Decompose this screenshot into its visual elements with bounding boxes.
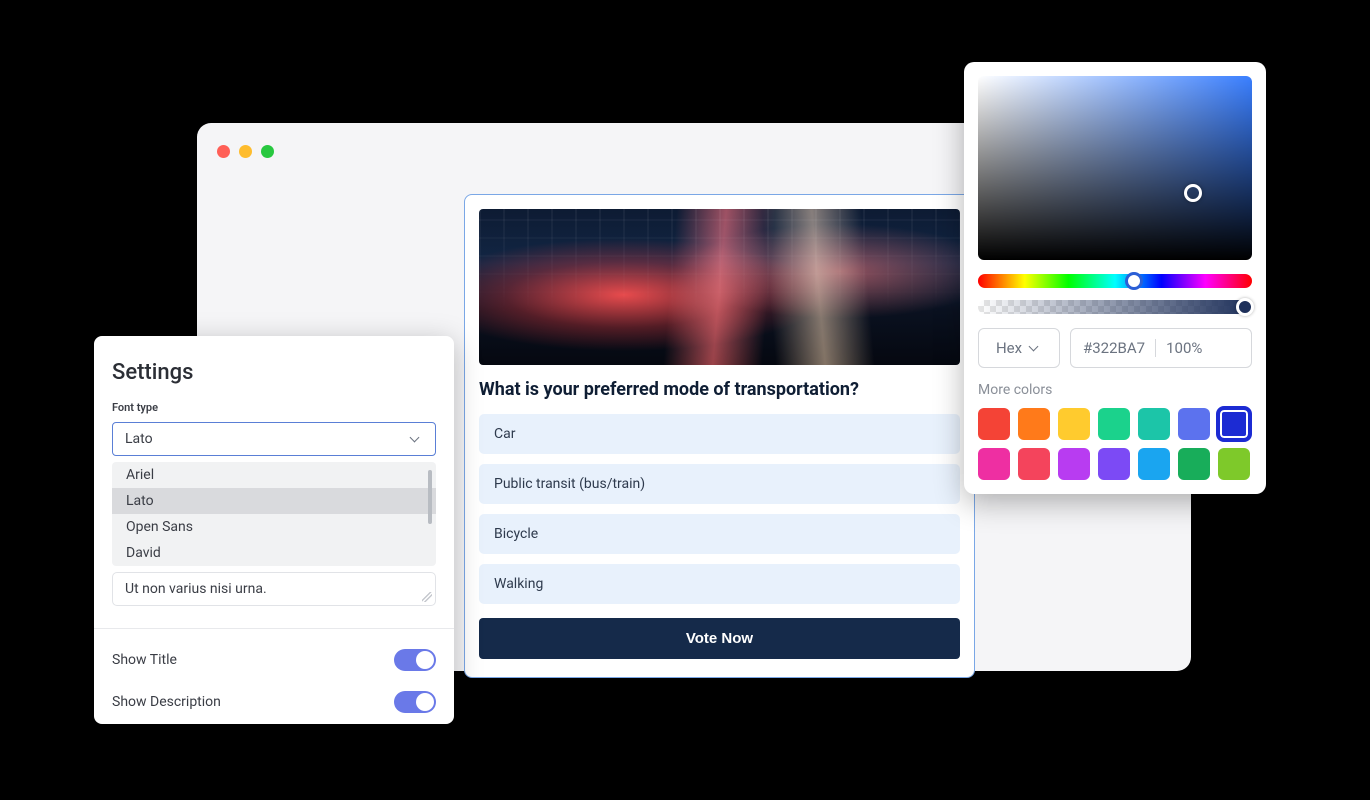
show-description-label: Show Description (112, 694, 221, 710)
font-type-dropdown: Ariel Lato Open Sans David (112, 462, 436, 566)
separator (1155, 339, 1156, 357)
color-swatch[interactable] (1178, 408, 1210, 440)
font-option[interactable]: Lato (112, 488, 436, 514)
color-swatch[interactable] (1138, 408, 1170, 440)
poll-option[interactable]: Car (479, 414, 960, 454)
show-description-toggle[interactable] (394, 691, 436, 713)
poll-hero-image (479, 209, 960, 365)
show-title-toggle[interactable] (394, 649, 436, 671)
color-swatch[interactable] (1098, 408, 1130, 440)
font-option[interactable]: Ariel (112, 462, 436, 488)
hue-slider-handle[interactable] (1125, 272, 1143, 290)
alpha-slider-handle[interactable] (1236, 298, 1254, 316)
color-swatch[interactable] (1058, 408, 1090, 440)
color-swatch[interactable] (1218, 448, 1250, 480)
color-swatch[interactable] (1138, 448, 1170, 480)
description-textarea[interactable]: Ut non varius nisi urna. (112, 572, 436, 606)
poll-options-list: Car Public transit (bus/train) Bicycle W… (479, 414, 960, 604)
color-swatch[interactable] (1018, 408, 1050, 440)
settings-panel: Settings Font type Lato Ariel Lato Open … (94, 336, 454, 724)
color-swatch[interactable] (1178, 448, 1210, 480)
poll-question: What is your preferred mode of transport… (479, 379, 960, 400)
saturation-value-area[interactable] (978, 76, 1252, 260)
poll-option[interactable]: Public transit (bus/train) (479, 464, 960, 504)
color-swatch[interactable] (1018, 448, 1050, 480)
color-picker-panel: Hex #322BA7 100% More colors (964, 62, 1266, 494)
settings-title: Settings (112, 360, 436, 385)
hue-slider[interactable] (978, 274, 1252, 288)
close-window-dot[interactable] (217, 145, 230, 158)
color-format-value: Hex (996, 339, 1022, 357)
color-format-select[interactable]: Hex (978, 328, 1060, 368)
more-colors-label: More colors (978, 382, 1252, 398)
sv-cursor[interactable] (1184, 184, 1202, 202)
window-traffic-lights (217, 145, 274, 158)
color-hex-value: #322BA7 (1083, 339, 1145, 357)
color-swatch[interactable] (1098, 448, 1130, 480)
poll-option[interactable]: Bicycle (479, 514, 960, 554)
vote-now-button[interactable]: Vote Now (479, 618, 960, 659)
alpha-slider[interactable] (978, 300, 1252, 314)
color-swatch[interactable] (1218, 408, 1250, 440)
swatch-grid (978, 408, 1252, 480)
minimize-window-dot[interactable] (239, 145, 252, 158)
font-type-label: Font type (112, 401, 436, 414)
color-alpha-value: 100% (1166, 339, 1202, 357)
color-swatch[interactable] (1058, 448, 1090, 480)
chevron-down-icon (1028, 341, 1042, 355)
font-type-select[interactable]: Lato (112, 422, 436, 456)
color-swatch[interactable] (978, 408, 1010, 440)
font-type-selected-value: Lato (125, 431, 153, 447)
font-option[interactable]: David (112, 540, 436, 566)
poll-card: What is your preferred mode of transport… (464, 194, 975, 678)
color-swatch[interactable] (978, 448, 1010, 480)
font-option[interactable]: Open Sans (112, 514, 436, 540)
dropdown-scrollbar[interactable] (428, 470, 432, 524)
color-hex-input[interactable]: #322BA7 100% (1070, 328, 1252, 368)
maximize-window-dot[interactable] (261, 145, 274, 158)
resize-handle-icon[interactable] (422, 592, 432, 602)
show-title-row: Show Title (112, 639, 436, 681)
chevron-down-icon (409, 432, 423, 446)
divider (94, 628, 454, 629)
description-text: Ut non varius nisi urna. (125, 581, 267, 597)
poll-option[interactable]: Walking (479, 564, 960, 604)
show-description-row: Show Description (112, 681, 436, 723)
show-title-label: Show Title (112, 652, 177, 668)
